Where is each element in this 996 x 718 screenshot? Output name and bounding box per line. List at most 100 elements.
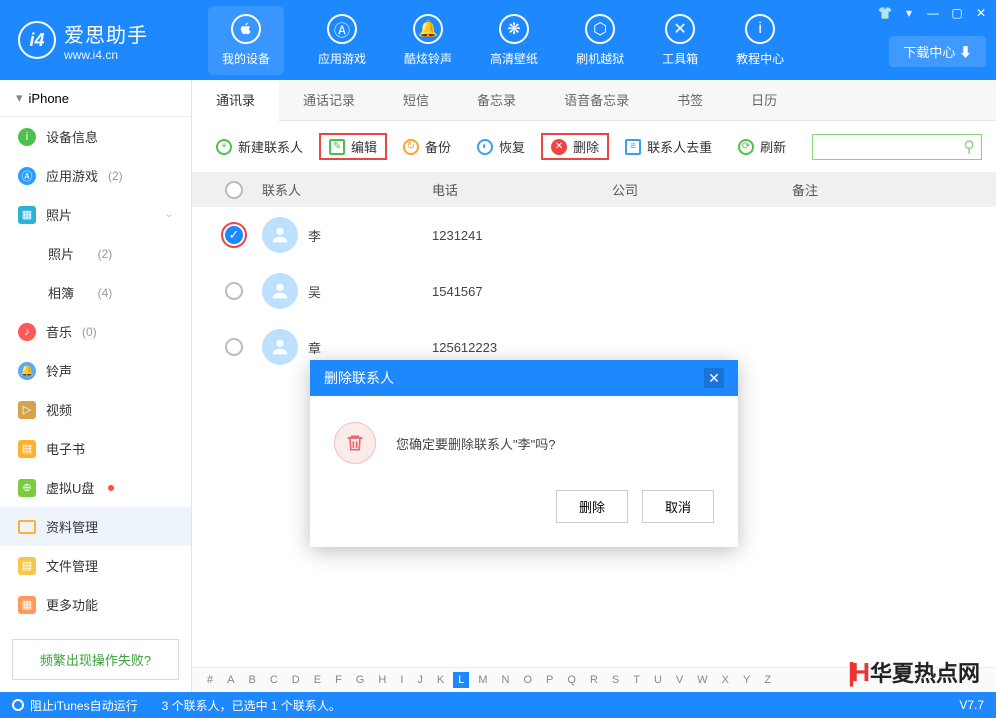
logo-url: www.i4.cn <box>64 48 148 62</box>
dialog-message: 您确定要删除联系人"李"吗? <box>396 434 555 453</box>
restore-icon: ◐ <box>477 139 493 155</box>
sidebar-item-filemanage[interactable]: ▤文件管理 <box>0 546 191 585</box>
sidebar: ▾iPhone i设备信息 Ⓐ应用游戏(2) ▦照片⌄ 照片 (2) 相簿 (4… <box>0 80 192 692</box>
tab-calendar[interactable]: 日历 <box>727 80 801 120</box>
alpha-C[interactable]: C <box>265 672 283 688</box>
search-input[interactable]: ⚲ <box>812 134 982 160</box>
alpha-P[interactable]: P <box>541 672 558 688</box>
sidebar-item-music[interactable]: ♪音乐(0) <box>0 312 191 351</box>
header-phone: 电话 <box>432 180 612 199</box>
alpha-T[interactable]: T <box>628 672 645 688</box>
sidebar-item-datamanage[interactable]: 资料管理 <box>0 507 191 546</box>
row-checkbox[interactable] <box>225 338 243 356</box>
device-selector[interactable]: ▾iPhone <box>0 80 191 117</box>
avatar-icon <box>262 273 298 309</box>
backup-button[interactable]: ↻备份 <box>393 133 461 160</box>
tab-notes[interactable]: 备忘录 <box>453 80 540 120</box>
sidebar-item-udisk[interactable]: ⊕虚拟U盘 <box>0 468 191 507</box>
tab-sms[interactable]: 短信 <box>379 80 453 120</box>
dedupe-button[interactable]: ≡联系人去重 <box>615 133 722 160</box>
header-name: 联系人 <box>262 180 432 199</box>
alpha-#[interactable]: # <box>202 672 218 688</box>
alpha-W[interactable]: W <box>692 672 712 688</box>
alpha-F[interactable]: F <box>330 672 347 688</box>
sidebar-item-photos[interactable]: ▦照片⌄ <box>0 195 191 234</box>
nav-my-device[interactable]: 我的设备 <box>208 6 284 75</box>
nav-wallpapers[interactable]: ❋高清壁纸 <box>486 6 542 75</box>
nav-apps[interactable]: Ⓐ应用游戏 <box>314 6 370 75</box>
alpha-X[interactable]: X <box>717 672 734 688</box>
close-icon[interactable]: ✕ <box>974 6 988 20</box>
select-all-checkbox[interactable] <box>225 181 243 199</box>
row-checkbox[interactable] <box>225 282 243 300</box>
alpha-J[interactable]: J <box>412 672 428 688</box>
alpha-R[interactable]: R <box>585 672 603 688</box>
tab-voicememo[interactable]: 语音备忘录 <box>540 80 653 120</box>
dialog-close-button[interactable]: ✕ <box>704 368 724 388</box>
sidebar-item-apps[interactable]: Ⓐ应用游戏(2) <box>0 156 191 195</box>
sidebar-item-videos[interactable]: ▷视频 <box>0 390 191 429</box>
dialog-cancel-button[interactable]: 取消 <box>642 490 714 523</box>
restore-button[interactable]: ◐恢复 <box>467 133 535 160</box>
alpha-S[interactable]: S <box>607 672 624 688</box>
sidebar-item-more[interactable]: ▦更多功能 <box>0 585 191 624</box>
alpha-M[interactable]: M <box>473 672 492 688</box>
alpha-O[interactable]: O <box>518 672 537 688</box>
apple-icon <box>231 14 261 44</box>
app-header: i4 爱思助手 www.i4.cn 我的设备 Ⓐ应用游戏 🔔酷炫铃声 ❋高清壁纸… <box>0 0 996 80</box>
edit-button[interactable]: ✎编辑 <box>319 133 387 160</box>
tab-contacts[interactable]: 通讯录 <box>192 80 279 121</box>
dialog-confirm-button[interactable]: 删除 <box>556 490 628 523</box>
sidebar-item-ebooks[interactable]: ▤电子书 <box>0 429 191 468</box>
alpha-H[interactable]: H <box>373 672 391 688</box>
nav-ringtones[interactable]: 🔔酷炫铃声 <box>400 6 456 75</box>
version-text: V7.7 <box>959 698 984 712</box>
pencil-icon: ✎ <box>329 139 345 155</box>
alpha-N[interactable]: N <box>497 672 515 688</box>
alpha-E[interactable]: E <box>309 672 326 688</box>
wrench-icon: ✕ <box>665 14 695 44</box>
refresh-button[interactable]: ⟳刷新 <box>728 133 796 160</box>
alpha-Y[interactable]: Y <box>738 672 755 688</box>
shirt-icon[interactable]: 👕 <box>878 6 892 20</box>
logo-area: i4 爱思助手 www.i4.cn <box>0 19 192 62</box>
nav-tutorials[interactable]: i教程中心 <box>732 6 788 75</box>
alpha-D[interactable]: D <box>287 672 305 688</box>
alpha-A[interactable]: A <box>222 672 239 688</box>
flower-icon: ❋ <box>499 14 529 44</box>
data-icon <box>18 520 36 534</box>
sidebar-item-deviceinfo[interactable]: i设备信息 <box>0 117 191 156</box>
minimize-icon[interactable]: — <box>926 6 940 20</box>
maximize-icon[interactable]: ▢ <box>950 6 964 20</box>
delete-button[interactable]: ✕删除 <box>541 133 609 160</box>
tab-calllog[interactable]: 通话记录 <box>279 80 379 120</box>
sidebar-item-ringtones[interactable]: 🔔铃声 <box>0 351 191 390</box>
contact-name: 李 <box>308 226 321 245</box>
alpha-B[interactable]: B <box>243 672 260 688</box>
table-row[interactable]: 吴 1541567 <box>192 263 996 319</box>
dedupe-icon: ≡ <box>625 139 641 155</box>
music-icon: ♪ <box>18 323 36 341</box>
status-text: 3 个联系人，已选中 1 个联系人。 <box>162 697 341 714</box>
sidebar-subitem-photos[interactable]: 照片 (2) <box>0 234 191 273</box>
nav-flash[interactable]: ⬡刷机越狱 <box>572 6 628 75</box>
download-center-button[interactable]: 下载中心 ⬇ <box>889 36 986 67</box>
row-checkbox[interactable]: ✓ <box>225 226 243 244</box>
help-link[interactable]: 频繁出现操作失败? <box>12 639 179 680</box>
bell-icon: 🔔 <box>18 362 36 380</box>
itunes-toggle[interactable]: 阻止iTunes自动运行 <box>12 697 138 714</box>
table-row[interactable]: ✓ 李 1231241 <box>192 207 996 263</box>
alpha-I[interactable]: I <box>395 672 408 688</box>
alpha-G[interactable]: G <box>351 672 370 688</box>
alpha-U[interactable]: U <box>649 672 667 688</box>
new-contact-button[interactable]: +新建联系人 <box>206 133 313 160</box>
alpha-Z[interactable]: Z <box>759 672 776 688</box>
nav-tools[interactable]: ✕工具箱 <box>658 6 702 75</box>
alpha-K[interactable]: K <box>432 672 449 688</box>
alpha-Q[interactable]: Q <box>562 672 581 688</box>
dropdown-icon[interactable]: ▾ <box>902 6 916 20</box>
alpha-L[interactable]: L <box>453 672 469 688</box>
sidebar-subitem-albums[interactable]: 相簿 (4) <box>0 273 191 312</box>
alpha-V[interactable]: V <box>671 672 688 688</box>
tab-bookmarks[interactable]: 书签 <box>653 80 727 120</box>
